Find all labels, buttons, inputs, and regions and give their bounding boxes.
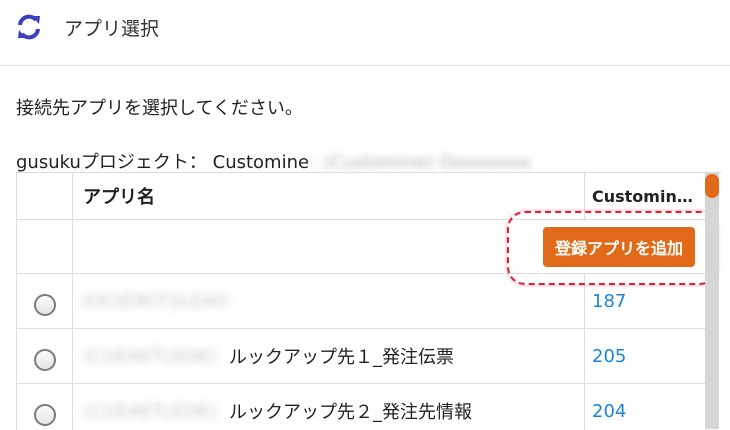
radio-column-header: [17, 173, 73, 220]
redacted-app-name: (C)(EAETLEOE): [83, 401, 229, 422]
app-id-link[interactable]: 205: [592, 346, 626, 367]
scrollbar-thumb[interactable]: [705, 174, 719, 198]
radio-cell: [17, 274, 73, 329]
app-id-cell: 204: [585, 384, 706, 430]
highlight-annotation: [507, 211, 718, 285]
scrollbar-track[interactable]: [705, 172, 719, 429]
app-id-link[interactable]: 187: [592, 291, 626, 312]
redacted-app-name: IOC(EIKIT)(LEAO): [83, 291, 229, 312]
instruction-text: 接続先アプリを選択してください。: [16, 94, 303, 120]
app-name-column-header: アプリ名: [73, 173, 585, 220]
header: アプリ選択: [0, 0, 730, 66]
table-row[interactable]: (C)(EAETLEOE)ルックアップ先１_発注伝票 205: [17, 329, 706, 384]
app-name: ルックアップ先１_発注伝票: [229, 347, 454, 368]
app-radio[interactable]: [34, 349, 56, 371]
app-id-cell: 205: [585, 329, 706, 384]
radio-cell: [17, 329, 73, 384]
app-name-cell: (C)(EAETLEOE)ルックアップ先１_発注伝票: [73, 329, 585, 384]
project-name: gusukuプロジェクト： Customine: [16, 152, 309, 173]
app-radio[interactable]: [34, 404, 56, 426]
app-id-link[interactable]: 204: [592, 401, 626, 422]
app-name: ルックアップ先２_発注先情報: [229, 402, 472, 423]
refresh-icon[interactable]: [14, 12, 44, 42]
app-name-cell: IOC(EIKIT)(LEAO): [73, 274, 585, 329]
radio-cell: [17, 384, 73, 430]
app-name-cell: (C)(EAETLEOE)ルックアップ先２_発注先情報: [73, 384, 585, 430]
redacted-app-name: (C)(EAETLEOE): [83, 346, 229, 367]
empty-cell: [17, 220, 73, 274]
table-row[interactable]: (C)(EAETLEOE)ルックアップ先２_発注先情報 204: [17, 384, 706, 430]
app-radio[interactable]: [34, 294, 56, 316]
redacted-project-name: - (Customine) Oooooooo: [311, 152, 531, 173]
page-title: アプリ選択: [64, 14, 159, 41]
project-label: gusukuプロジェクト： Customine- (Customine) Ooo…: [16, 148, 531, 174]
